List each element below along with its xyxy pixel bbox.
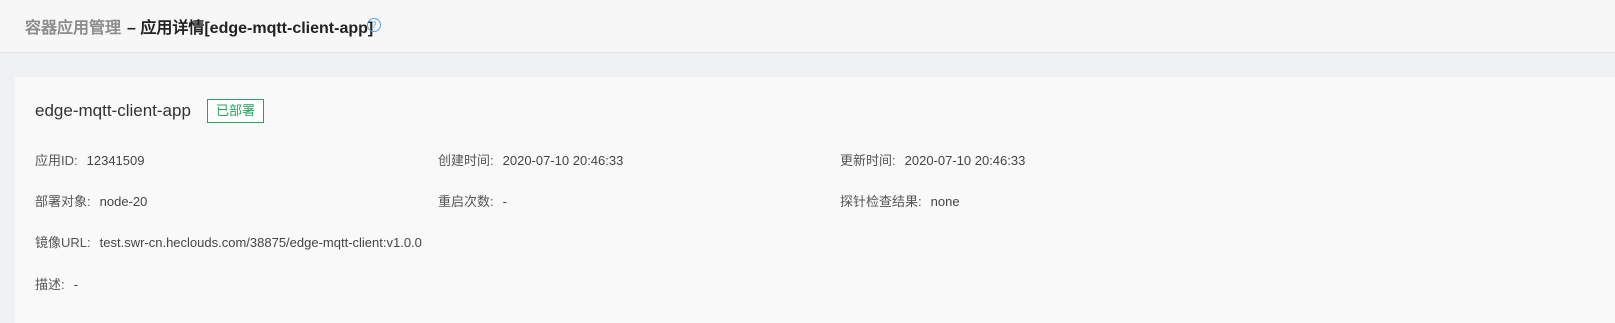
description-value: -	[73, 277, 78, 292]
app-name: edge-mqtt-client-app	[35, 101, 191, 120]
page-title: – 应用详情[edge-mqtt-client-app]	[127, 20, 374, 37]
deploy-target-label: 部署对象:	[35, 194, 91, 209]
description-label: 描述:	[35, 277, 65, 292]
description-field: 描述: -	[35, 274, 78, 293]
app-id-label: 应用ID:	[35, 153, 78, 168]
page-header: 容器应用管理 – 应用详情[edge-mqtt-client-app] ?	[0, 0, 1615, 53]
app-id-field: 应用ID: 12341509	[35, 150, 144, 169]
breadcrumb-parent-link[interactable]: 容器应用管理	[25, 14, 121, 38]
image-url-value: test.swr-cn.heclouds.com/38875/edge-mqtt…	[99, 235, 422, 250]
restart-count-label: 重启次数:	[438, 194, 494, 209]
app-detail-card: edge-mqtt-client-app 已部署 应用ID: 12341509 创…	[15, 77, 1615, 323]
updated-time-value: 2020-07-10 20:46:33	[904, 153, 1026, 168]
probe-result-label: 探针检查结果:	[840, 194, 922, 209]
deploy-target-value: node-20	[99, 194, 148, 209]
status-badge: 已部署	[207, 99, 265, 123]
restart-count-field: 重启次数: -	[438, 191, 507, 210]
updated-time-label: 更新时间:	[840, 153, 896, 168]
created-time-field: 创建时间: 2020-07-10 20:46:33	[438, 150, 623, 169]
image-url-label: 镜像URL:	[35, 235, 91, 250]
deploy-target-field: 部署对象: node-20	[35, 191, 147, 210]
image-url-field: 镜像URL: test.swr-cn.heclouds.com/38875/edg…	[35, 232, 422, 251]
created-time-label: 创建时间:	[438, 153, 494, 168]
probe-result-field: 探针检查结果: none	[840, 191, 960, 210]
question-circle-icon[interactable]: ?	[367, 18, 381, 32]
updated-time-field: 更新时间: 2020-07-10 20:46:33	[840, 150, 1025, 169]
app-id-value: 12341509	[86, 153, 145, 168]
created-time-value: 2020-07-10 20:46:33	[502, 153, 624, 168]
restart-count-value: -	[502, 194, 507, 209]
probe-result-value: none	[930, 194, 960, 209]
